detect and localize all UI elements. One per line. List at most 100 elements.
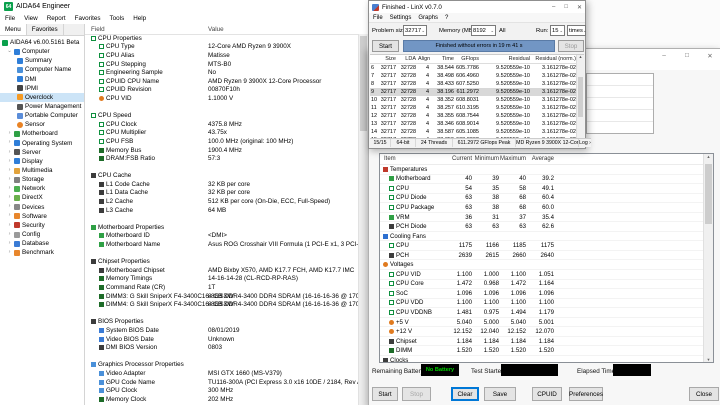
linx-stop-button[interactable]: Stop xyxy=(558,40,584,52)
sidebar-item-label: Operating System xyxy=(22,139,73,147)
aida-scrollbar[interactable] xyxy=(358,34,368,405)
chevron-right-icon[interactable]: › xyxy=(7,195,12,201)
linx-menu-item-graphs[interactable]: Graphs xyxy=(418,15,438,21)
run-count-select[interactable]: 15 ⌄ xyxy=(550,25,565,36)
sidebar-item-directx[interactable]: › DirectX xyxy=(0,193,84,202)
field-label: L1 Code Cache xyxy=(106,180,150,188)
chip-icon xyxy=(383,357,388,362)
sidebar-item-label: Motherboard xyxy=(22,130,58,138)
menu-item-report[interactable]: Report xyxy=(47,15,66,22)
minimize-icon[interactable]: – xyxy=(659,52,669,60)
sidebar-item-overclock[interactable]: Overclock xyxy=(0,92,84,102)
sidebar-item-computer[interactable]: ⌄ Computer xyxy=(0,47,84,56)
save-button[interactable]: Save xyxy=(484,387,516,401)
sidebar-item-computer-name[interactable]: Computer Name xyxy=(0,65,84,74)
linx-cell: 3.161278e-02 xyxy=(542,89,576,95)
sidebar-item-security[interactable]: › Security xyxy=(0,221,84,230)
mem-icon xyxy=(99,285,104,291)
sidebar-item-summary[interactable]: Summary xyxy=(0,56,84,65)
linx-start-button[interactable]: Start xyxy=(372,40,399,52)
maximize-icon[interactable]: □ xyxy=(682,52,692,60)
cpuid-button[interactable]: CPUID xyxy=(532,387,562,401)
chevron-right-icon[interactable]: › xyxy=(7,140,12,146)
run-unit-select[interactable]: times ⌄ xyxy=(567,25,586,36)
clear-button[interactable]: Clear xyxy=(451,387,479,401)
chevron-right-icon[interactable]: › xyxy=(7,222,12,229)
sidebar-item-operating-system[interactable]: › Operating System xyxy=(0,139,84,148)
memory-select[interactable]: 8192 ⌄ xyxy=(471,25,496,36)
chevron-right-icon[interactable]: › xyxy=(7,186,12,192)
sidebar-item-software[interactable]: › Software xyxy=(0,212,84,221)
sensor-item-label: DIMM xyxy=(380,347,446,354)
menu-item-tools[interactable]: Tools xyxy=(110,15,125,22)
menu-item-favorites[interactable]: Favorites xyxy=(75,15,101,22)
sidebar-item-power-management[interactable]: Power Management xyxy=(0,102,84,111)
sidebar-item-dmi[interactable]: DMI xyxy=(0,75,84,84)
chevron-right-icon[interactable]: › xyxy=(7,158,12,165)
field-row: CPU Multiplier 43.75x xyxy=(85,129,358,138)
start-button[interactable]: Start xyxy=(372,387,398,401)
linx-titlebar[interactable]: Finished - LinX v0.7.0 – □ ✕ xyxy=(369,1,585,13)
item-name: +12 V xyxy=(396,328,413,336)
linx-cell: 3.161278e-02 xyxy=(542,121,576,127)
elapsed-time-label: Elapsed Time: xyxy=(577,368,617,375)
close-button[interactable]: Close xyxy=(689,387,719,401)
problem-size-select[interactable]: 32717 ⌄ xyxy=(403,25,427,36)
linx-cell: 9.520559e-10 xyxy=(496,105,530,111)
linx-cell: 9.520559e-10 xyxy=(496,97,530,103)
sidebar-item-server[interactable]: › Server xyxy=(0,148,84,157)
sidebar-item-network[interactable]: › Network xyxy=(0,184,84,193)
sensor-scrollbar-thumb[interactable] xyxy=(705,164,712,224)
chevron-right-icon[interactable]: › xyxy=(7,131,12,137)
sidebar-item-multimedia[interactable]: › Multimedia xyxy=(0,166,84,175)
menu-item-view[interactable]: View xyxy=(24,15,38,22)
sidebar-item-benchmark[interactable]: › Benchmark xyxy=(0,248,84,257)
linx-cell: 606.4960 xyxy=(456,73,479,79)
chevron-right-icon[interactable]: › xyxy=(7,149,12,156)
sensor-scrollbar[interactable]: ▲ ▼ xyxy=(703,154,713,362)
chevron-right-icon[interactable]: › xyxy=(7,176,12,183)
chevron-right-icon[interactable]: › xyxy=(7,240,12,247)
chevron-down-icon[interactable]: ⌄ xyxy=(7,48,12,55)
chevron-right-icon[interactable]: › xyxy=(7,204,12,210)
linx-table-scrollbar[interactable]: ▲ ▼ xyxy=(576,55,584,143)
linx-menu-item-file[interactable]: File xyxy=(373,15,383,21)
chevron-right-icon[interactable]: › xyxy=(7,231,12,238)
sidebar-item-display[interactable]: › Display xyxy=(0,157,84,166)
sidebar-item-ipmi[interactable]: IPMI xyxy=(0,84,84,93)
field-label: CPU VID xyxy=(106,94,132,102)
aida64-titlebar[interactable]: 64 AIDA64 Engineer xyxy=(0,0,368,13)
chevron-right-icon[interactable]: › xyxy=(7,250,12,256)
preferences-button[interactable]: Preferences xyxy=(569,387,603,401)
sensor-value: 1.100 xyxy=(510,270,526,278)
sidebar-item-sensor[interactable]: Sensor xyxy=(0,120,84,129)
tab-menu[interactable]: Menu xyxy=(0,24,27,35)
sidebar-item-storage[interactable]: › Storage xyxy=(0,175,84,184)
linx-menu-item-settings[interactable]: Settings xyxy=(390,15,412,21)
close-icon[interactable]: ✕ xyxy=(577,4,582,11)
sidebar-item-config[interactable]: › Config xyxy=(0,230,84,239)
close-icon[interactable]: ✕ xyxy=(705,52,715,60)
chevron-right-icon[interactable]: › xyxy=(7,167,12,174)
field-row: L3 Cache 64 MB xyxy=(85,206,358,215)
scroll-up-icon[interactable]: ▲ xyxy=(579,55,583,59)
field-row: CPU FSB 100.0 MHz (original: 100 MHz) xyxy=(85,137,358,146)
scroll-down-icon[interactable]: ▼ xyxy=(707,357,711,362)
menu-item-help[interactable]: Help xyxy=(133,15,146,22)
sidebar-item-motherboard[interactable]: › Motherboard xyxy=(0,129,84,138)
aida-scrollbar-thumb[interactable] xyxy=(360,36,367,131)
chevron-right-icon[interactable]: › xyxy=(7,213,12,219)
minimize-icon[interactable]: – xyxy=(552,4,555,11)
tab-favorites[interactable]: Favorites xyxy=(26,24,64,35)
maximize-icon[interactable]: □ xyxy=(564,4,568,11)
linx-cell: 32717 xyxy=(380,121,396,127)
scroll-up-icon[interactable]: ▲ xyxy=(707,154,711,159)
sidebar-item-aida64-v6-00-5161-beta[interactable]: AIDA64 v6.00.5161 Beta xyxy=(0,38,84,47)
menu-item-file[interactable]: File xyxy=(5,15,15,22)
linx-scrollbar-thumb[interactable] xyxy=(578,77,583,117)
linx-menu-item-[interactable]: ? xyxy=(445,15,448,21)
sidebar-item-devices[interactable]: › Devices xyxy=(0,203,84,212)
sidebar-item-portable-computer[interactable]: Portable Computer xyxy=(0,111,84,120)
sidebar-item-database[interactable]: › Database xyxy=(0,239,84,248)
gpu-icon xyxy=(91,362,96,368)
